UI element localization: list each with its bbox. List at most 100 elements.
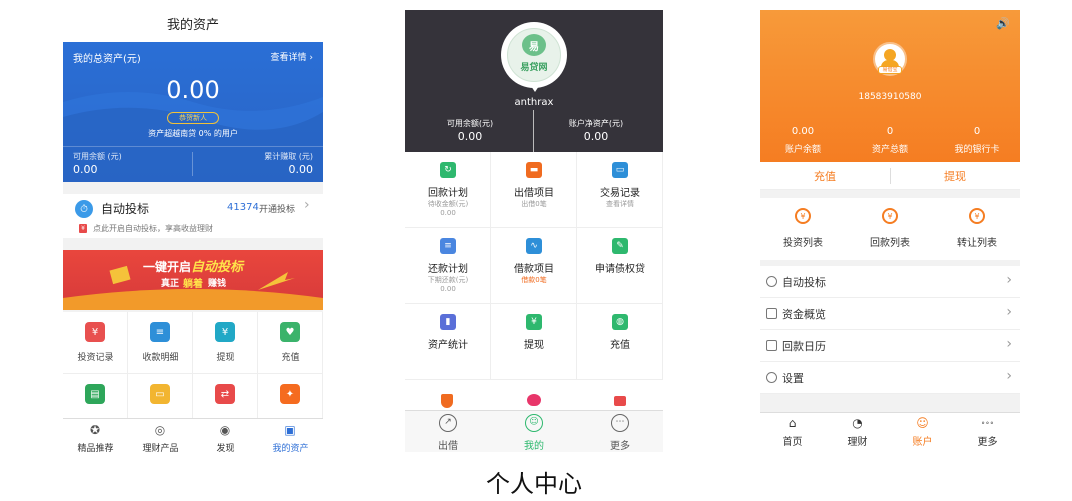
- document-icon: ▤: [85, 384, 105, 404]
- settings-row-2[interactable]: 回款日历 ›: [760, 330, 1020, 362]
- chat-icon: ▭: [612, 162, 628, 178]
- cumulative-earnings-label: 累计赚取 (元): [264, 152, 313, 161]
- tab-1[interactable]: ☺ 我的: [491, 411, 577, 452]
- account-hero: 🔊 易借宝 18583910580 0.00 账户余额 0 资产总额 0 我的银行卡: [760, 10, 1020, 162]
- feature-4[interactable]: ∿ 借款项目 借款0笔: [491, 228, 577, 304]
- receipt-icon: ≡: [440, 238, 456, 254]
- autobid-card[interactable]: ⏱ 自动投标 41374 开通投标 › ¥ 点此开启自动投标，享高收益理财: [63, 194, 323, 238]
- more-icon: ⋯: [611, 414, 629, 432]
- autobid-title: 自动投标: [101, 202, 150, 216]
- tab-0[interactable]: ✪ 精品推荐: [63, 419, 128, 456]
- edit-icon: ✎: [612, 238, 628, 254]
- tab-0[interactable]: ↗ 出借: [405, 411, 491, 452]
- list-icon: ≡: [150, 322, 170, 342]
- banner-text-a: 一键开启: [143, 260, 192, 274]
- stat-label: 账户余额: [784, 145, 821, 155]
- feature-sub: 借款0笔: [521, 276, 547, 284]
- tab-label: 精品推荐: [77, 444, 114, 454]
- profile-hero: 易 易贷网 anthrax 可用余额(元) 0.00 账户净资产(元) 0.00: [405, 10, 663, 152]
- chevron-right-icon: ›: [304, 197, 310, 213]
- hero-divider: [63, 146, 323, 147]
- net-assets-label: 账户净资产(元): [568, 119, 624, 128]
- feature-3[interactable]: ≡ 还款计划 下期还款(元) 0.00: [405, 228, 491, 304]
- shortcut-0[interactable]: ¥ 投资记录: [63, 312, 128, 374]
- tab-label: 理财: [847, 437, 868, 448]
- feature-0[interactable]: ↻ 回款计划 待收金额(元) 0.00: [405, 152, 491, 228]
- briefcase-icon: ▬: [526, 162, 542, 178]
- feature-1[interactable]: ▬ 出借项目 出借0笔: [491, 152, 577, 228]
- avatar-pointer: [531, 86, 539, 92]
- available-balance-value: 0.00: [73, 163, 98, 176]
- chart-icon: ∿: [526, 238, 542, 254]
- screen-my-assets: 我的资产 我的总资产(元) 查看详情 › 0.00 恭贺新人 资产超越南贷 0%…: [63, 10, 323, 456]
- feature-2[interactable]: ▭ 交易记录 查看详情: [577, 152, 663, 228]
- avatar-badge: 易借宝: [878, 66, 902, 74]
- invest-icon: ¥: [795, 208, 811, 224]
- bottom-tab-bar: ✪ 精品推荐 ◎ 理财产品 ◉ 发现 ▣ 我的资产: [63, 418, 323, 456]
- feature-sub: 下期还款(元): [427, 276, 469, 284]
- status-badge: 恭贺新人: [167, 112, 219, 124]
- tab-2[interactable]: ⋯ 更多: [577, 411, 663, 452]
- details-link[interactable]: 查看详情 ›: [271, 50, 313, 63]
- feature-8[interactable]: ◍ 充值: [577, 304, 663, 380]
- feature-5[interactable]: ✎ 申请债权贷: [577, 228, 663, 304]
- feature-6[interactable]: ▮ 资产统计: [405, 304, 491, 380]
- screen-personal-center: 易 易贷网 anthrax 可用余额(元) 0.00 账户净资产(元) 0.00…: [405, 10, 663, 452]
- feature-grid: ↻ 回款计划 待收金额(元) 0.00 ▬ 出借项目 出借0笔 ▭ 交易记录 查看详情 ≡ 还款计划下…: [405, 152, 663, 410]
- settings-row-label: 设置: [782, 372, 804, 385]
- shortcut-1[interactable]: ≡ 收款明细: [128, 312, 193, 374]
- bar-chart-icon: ▮: [440, 314, 456, 330]
- chevron-right-icon: ›: [1006, 336, 1012, 352]
- recharge-button[interactable]: 充值: [760, 168, 890, 184]
- feature-label: 回款计划: [428, 188, 468, 199]
- finance-icon: ◔: [852, 416, 863, 430]
- settings-row-label: 回款日历: [782, 340, 826, 353]
- feature-label: 借款项目: [514, 264, 554, 275]
- tab-label: 更多: [977, 437, 998, 448]
- yen-icon: ¥: [526, 314, 542, 330]
- tab-label: 账户: [912, 437, 933, 448]
- settings-row-0[interactable]: 自动投标 ›: [760, 266, 1020, 298]
- stat-label: 我的银行卡: [954, 145, 1000, 155]
- piggy-bank-icon: ♥: [280, 322, 300, 342]
- tab-1[interactable]: ◔ 理财: [825, 413, 890, 452]
- list-shortcut-label: 转让列表: [957, 238, 997, 249]
- tab-2[interactable]: ☺ 账户: [890, 413, 955, 452]
- coins-icon: ◎: [154, 423, 166, 437]
- shortcut-3[interactable]: ♥ 充值: [258, 312, 323, 374]
- settings-row-3[interactable]: 设置 ›: [760, 362, 1020, 394]
- shortcut-label: 收款明细: [142, 353, 179, 363]
- available-balance-value: 0.00: [457, 130, 483, 143]
- grid-overflow-row: [405, 380, 663, 410]
- speaker-icon[interactable]: 🔊: [996, 16, 1010, 30]
- settings-row-1[interactable]: 资金概览 ›: [760, 298, 1020, 330]
- avatar[interactable]: 易借宝: [873, 42, 907, 76]
- withdraw-button[interactable]: 提现: [890, 168, 1020, 184]
- list-shortcut-2[interactable]: ¥ 转让列表: [934, 198, 1020, 260]
- tab-2[interactable]: ◉ 发现: [193, 419, 258, 456]
- shortcut-grid: ¥ 投资记录 ≡ 收款明细 ¥ 提现 ♥ 充值 ▤ ▭ ⇄ ✦: [63, 312, 323, 436]
- available-balance-label: 可用余额(元): [446, 119, 494, 128]
- phone-number: 18583910580: [858, 92, 922, 102]
- avatar[interactable]: 易 易贷网: [501, 22, 567, 88]
- tab-1[interactable]: ◎ 理财产品: [128, 419, 193, 456]
- tab-3[interactable]: ▣ 我的资产: [258, 419, 323, 456]
- gift-icon: [614, 396, 626, 406]
- net-assets-value: 0.00: [583, 130, 609, 143]
- sparkle-icon: ✪: [89, 423, 101, 437]
- shortcut-2[interactable]: ¥ 提现: [193, 312, 258, 374]
- list-shortcut-0[interactable]: ¥ 投资列表: [760, 198, 846, 260]
- tab-0[interactable]: ⌂ 首页: [760, 413, 825, 452]
- autobid-action: 开通投标: [259, 205, 296, 215]
- banner-sub-b: 躺着: [183, 279, 203, 290]
- banner-text-b: 自动投标: [191, 260, 244, 275]
- feature-7[interactable]: ¥ 提现: [491, 304, 577, 380]
- stat-label: 资产总额: [871, 145, 908, 155]
- list-shortcuts: ¥ 投资列表 ¥ 回款列表 ¥ 转让列表: [760, 198, 1020, 260]
- refund-icon: ↻: [440, 162, 456, 178]
- tab-3[interactable]: ∘∘∘ 更多: [955, 413, 1020, 452]
- list-shortcut-1[interactable]: ¥ 回款列表: [847, 198, 933, 260]
- shield-icon: [441, 394, 453, 408]
- feature-label: 还款计划: [428, 264, 468, 275]
- promo-banner[interactable]: 一键开启 自动投标 真正 躺着 赚钱: [63, 250, 323, 310]
